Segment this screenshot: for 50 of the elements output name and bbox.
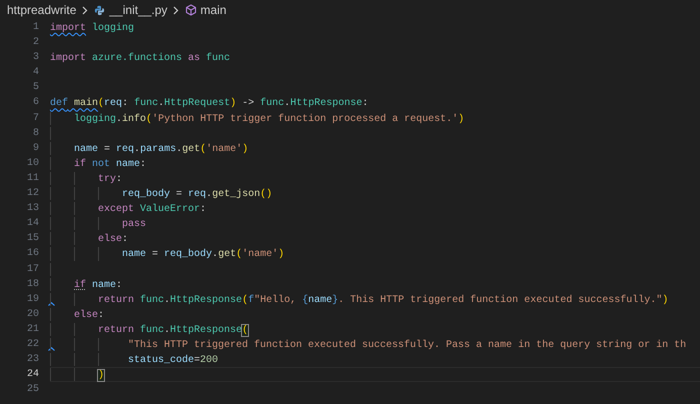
code-line: if not name: xyxy=(74,158,146,170)
code-line: return func.HttpResponse(f"Hello, {name}. This HTTP triggered function executed successfully.") xyxy=(98,294,668,306)
code-line: name = req.params.get('name') xyxy=(74,142,248,155)
line-number: 11 xyxy=(26,172,39,186)
breadcrumb-item[interactable]: __init__.py xyxy=(109,1,168,19)
chevron-right-icon xyxy=(173,6,180,14)
line-number: 14 xyxy=(26,217,39,232)
line-number: 2 xyxy=(32,36,39,50)
code-line: pass xyxy=(122,218,146,230)
line-number: 18 xyxy=(26,278,39,292)
python-icon xyxy=(94,4,106,16)
line-number: 21 xyxy=(26,322,39,337)
breadcrumb-item[interactable]: httpreadwrite xyxy=(7,1,76,19)
line-number: 4 xyxy=(32,66,39,80)
line-number: 20 xyxy=(26,308,39,322)
code-line: name = req_body.get('name') xyxy=(122,248,284,260)
code-line: logging.info('Python HTTP trigger function processed a request.') xyxy=(74,112,464,125)
code-line: return func.HttpResponse( xyxy=(98,324,248,336)
line-number: 19 xyxy=(26,292,39,307)
code-line: "This HTTP triggered function executed successfully. Pass a name in the query string or in th xyxy=(128,338,686,352)
line-number: 8 xyxy=(32,126,39,141)
line-number: 7 xyxy=(32,112,39,126)
line-number: 1 xyxy=(32,21,39,35)
line-number: 9 xyxy=(32,142,39,156)
line-number: 24 xyxy=(26,368,39,382)
code-line: else: xyxy=(74,308,104,321)
line-number: 10 xyxy=(26,156,39,171)
line-number: 5 xyxy=(32,81,39,96)
line-number: 22 xyxy=(26,338,39,352)
code-line: def main(req: func.HttpRequest) -> func.HttpResponse: xyxy=(50,96,368,110)
line-number: 25 xyxy=(26,383,39,398)
line-number: 15 xyxy=(26,232,39,246)
code-line: else: xyxy=(98,232,128,246)
line-number: 16 xyxy=(26,247,39,262)
code-line: import azure.functions as func xyxy=(50,52,230,64)
code-line: status_code=200 xyxy=(128,354,218,366)
line-number: 12 xyxy=(26,187,39,202)
line-number: 13 xyxy=(26,202,39,216)
code-line: except ValueError: xyxy=(98,202,206,216)
line-number: 6 xyxy=(32,96,39,110)
line-number: 23 xyxy=(26,353,39,368)
line-number: 3 xyxy=(32,51,39,66)
line-number: 17 xyxy=(26,262,39,276)
code-line: req_body = req.get_json() xyxy=(122,188,272,200)
code-line: import logging xyxy=(50,22,134,34)
code-line: try: xyxy=(98,172,122,186)
cube-icon xyxy=(185,4,198,16)
code-line: if name: xyxy=(74,278,122,291)
chevron-right-icon xyxy=(82,6,88,14)
breadcrumb-item[interactable]: main xyxy=(200,1,226,19)
